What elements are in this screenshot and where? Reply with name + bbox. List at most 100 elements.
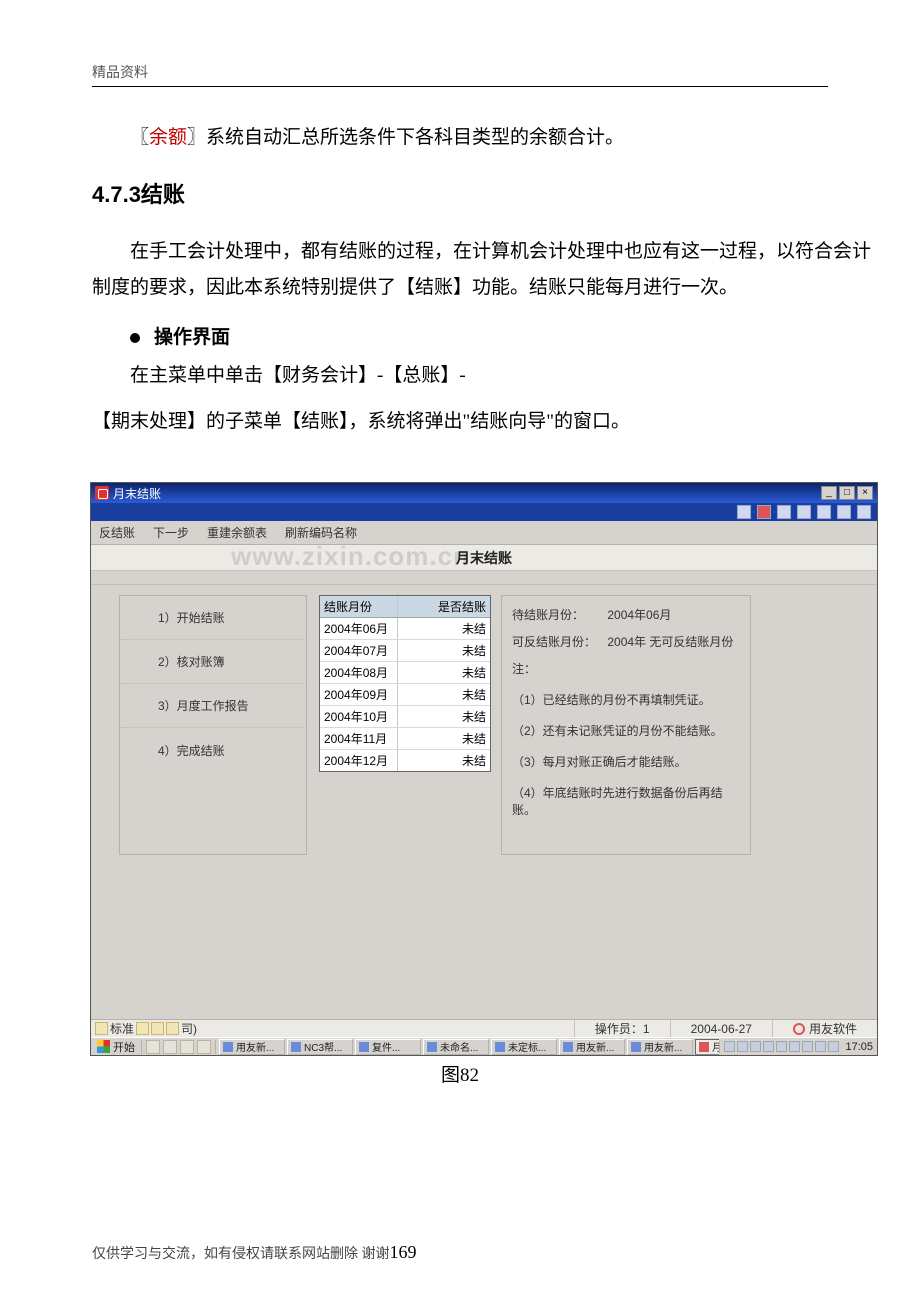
window-title: 月末结账 [113,485,161,502]
note-item: （3）每月对账正确后才能结账。 [512,753,740,770]
toolbar-icon[interactable] [777,505,791,519]
step-item[interactable]: 3）月度工作报告 [120,684,306,728]
toolbar-icon[interactable] [757,505,771,519]
close-button[interactable]: × [857,486,873,500]
screenshot-window: 月末结账 _ □ × 反结账 下一步 重建余额表 刷新编码名称 www.zixi… [90,482,878,1056]
page-footer: 仅供学习与交流，如有侵权请联系网站删除 谢谢169 [92,1242,417,1263]
grid-cell[interactable]: 2004年10月 [320,706,398,727]
grid-cell[interactable]: 2004年12月 [320,750,398,771]
tray-icon[interactable] [737,1041,748,1052]
status-left-suffix: 司) [181,1020,197,1037]
task-button[interactable]: 复件... [355,1039,421,1055]
document-body: 〖余额〗系统自动汇总所选条件下各科目类型的余额合计。 4.7.3结账 在手工会计… [92,120,871,440]
notes-label: 注： [512,660,740,677]
menu-refresh[interactable]: 刷新编码名称 [285,524,357,541]
grid-header-month: 结账月份 [320,596,398,617]
reverse-month-value: 2004年 无可反结账月份 [607,633,733,650]
grid-cell: 未结 [398,750,490,771]
status-date: 2004-06-27 [670,1020,772,1037]
task-button[interactable]: 用友新... [219,1039,285,1055]
app-icon [95,486,109,500]
balance-desc: 〗系统自动汇总所选条件下各科目类型的余额合计。 [187,127,624,148]
toolbar-icon[interactable] [817,505,831,519]
bullet-label: 操作界面 [154,320,230,356]
action-menu: 反结账 下一步 重建余额表 刷新编码名称 [91,521,877,545]
ql-icon[interactable] [163,1040,177,1054]
grid-cell[interactable]: 2004年07月 [320,640,398,661]
tray-clock: 17:05 [841,1041,873,1053]
status-icon [151,1022,164,1035]
task-button[interactable]: 未定标... [491,1039,557,1055]
footer-text: 仅供学习与交流，如有侵权请联系网站删除 谢谢 [92,1247,390,1262]
step-item[interactable]: 2）核对账簿 [120,640,306,684]
status-icon [95,1022,108,1035]
grid-cell[interactable]: 2004年06月 [320,618,398,639]
grid-cell: 未结 [398,640,490,661]
grid-cell: 未结 [398,706,490,727]
window-titlebar: 月末结账 _ □ × [91,483,877,503]
balance-keyword: 余额 [149,127,187,148]
menu-rebuild[interactable]: 重建余额表 [207,524,267,541]
task-button-active[interactable]: 月末结账 [695,1039,719,1055]
quick-launch [141,1040,216,1054]
figure-caption: 图82 [0,1060,920,1087]
step-item[interactable]: 1）开始结账 [120,596,306,640]
minimize-button[interactable]: _ [821,486,837,500]
status-left-text: 标准 [110,1020,134,1037]
reverse-month-label: 可反结账月份： [512,633,596,650]
paragraph-menu-path-2: 【期末处理】的子菜单【结账】，系统将弹出"结账向导"的窗口。 [92,404,871,440]
toolbar-icon[interactable] [797,505,811,519]
pending-month-label: 待结账月份： [512,606,584,623]
page-number: 169 [390,1242,417,1262]
status-icon [166,1022,179,1035]
grid-cell[interactable]: 2004年11月 [320,728,398,749]
tray-icon[interactable] [802,1041,813,1052]
menu-unsettle[interactable]: 反结账 [99,524,135,541]
section-heading: 4.7.3结账 [92,174,871,216]
grid-header-status: 是否结账 [398,596,490,617]
wizard-body: 1）开始结账 2）核对账簿 3）月度工作报告 4）完成结账 结账月份 是否结账 … [91,585,877,1019]
grid-cell: 未结 [398,618,490,639]
tray-icon[interactable] [776,1041,787,1052]
band-title-text: 月末结账 [456,548,512,568]
task-button[interactable]: 未命名... [423,1039,489,1055]
windows-icon [97,1040,110,1053]
toolbar-icon[interactable] [857,505,871,519]
tray-icon[interactable] [815,1041,826,1052]
status-icon [136,1022,149,1035]
tray-icon[interactable] [763,1041,774,1052]
menu-next[interactable]: 下一步 [153,524,189,541]
start-button[interactable]: 开始 [91,1039,141,1055]
grid-cell: 未结 [398,684,490,705]
task-button[interactable]: NC3帮... [287,1039,353,1055]
steps-panel: 1）开始结账 2）核对账簿 3）月度工作报告 4）完成结账 [119,595,307,855]
grid-cell[interactable]: 2004年08月 [320,662,398,683]
note-item: （4）年底结账时先进行数据备份后再结账。 [512,784,740,818]
ql-icon[interactable] [180,1040,194,1054]
tray-icon[interactable] [750,1041,761,1052]
grid-cell[interactable]: 2004年09月 [320,684,398,705]
system-tray: 17:05 [719,1041,877,1053]
taskbar: 开始 用友新... NC3帮... 复件... 未命名... 未定标... 用友… [91,1037,877,1055]
maximize-button[interactable]: □ [839,486,855,500]
step-item[interactable]: 4）完成结账 [120,728,306,772]
pending-month-value: 2004年06月 [607,606,671,623]
grid-cell: 未结 [398,728,490,749]
tray-icon[interactable] [789,1041,800,1052]
toolbar-icon[interactable] [837,505,851,519]
toolbar-icon[interactable] [737,505,751,519]
note-item: （2）还有未记账凭证的月份不能结账。 [512,722,740,739]
watermark: www.zixin.com.cn [231,541,470,572]
ql-icon[interactable] [146,1040,160,1054]
tray-icon[interactable] [724,1041,735,1052]
paragraph-intro: 在手工会计处理中，都有结账的过程，在计算机会计处理中也应有这一过程，以符合会计制… [92,234,871,306]
month-grid: 结账月份 是否结账 2004年06月未结 2004年07月未结 2004年08月… [319,595,491,772]
tray-icon[interactable] [828,1041,839,1052]
task-button[interactable]: 用友新... [627,1039,693,1055]
bullet-operation-ui: 操作界面 [130,320,871,356]
paragraph-balance: 〖余额〗系统自动汇总所选条件下各科目类型的余额合计。 [92,120,871,156]
ql-icon[interactable] [197,1040,211,1054]
note-item: （1）已经结账的月份不再填制凭证。 [512,691,740,708]
task-button[interactable]: 用友新... [559,1039,625,1055]
page-header: 精品资料 [92,62,828,87]
